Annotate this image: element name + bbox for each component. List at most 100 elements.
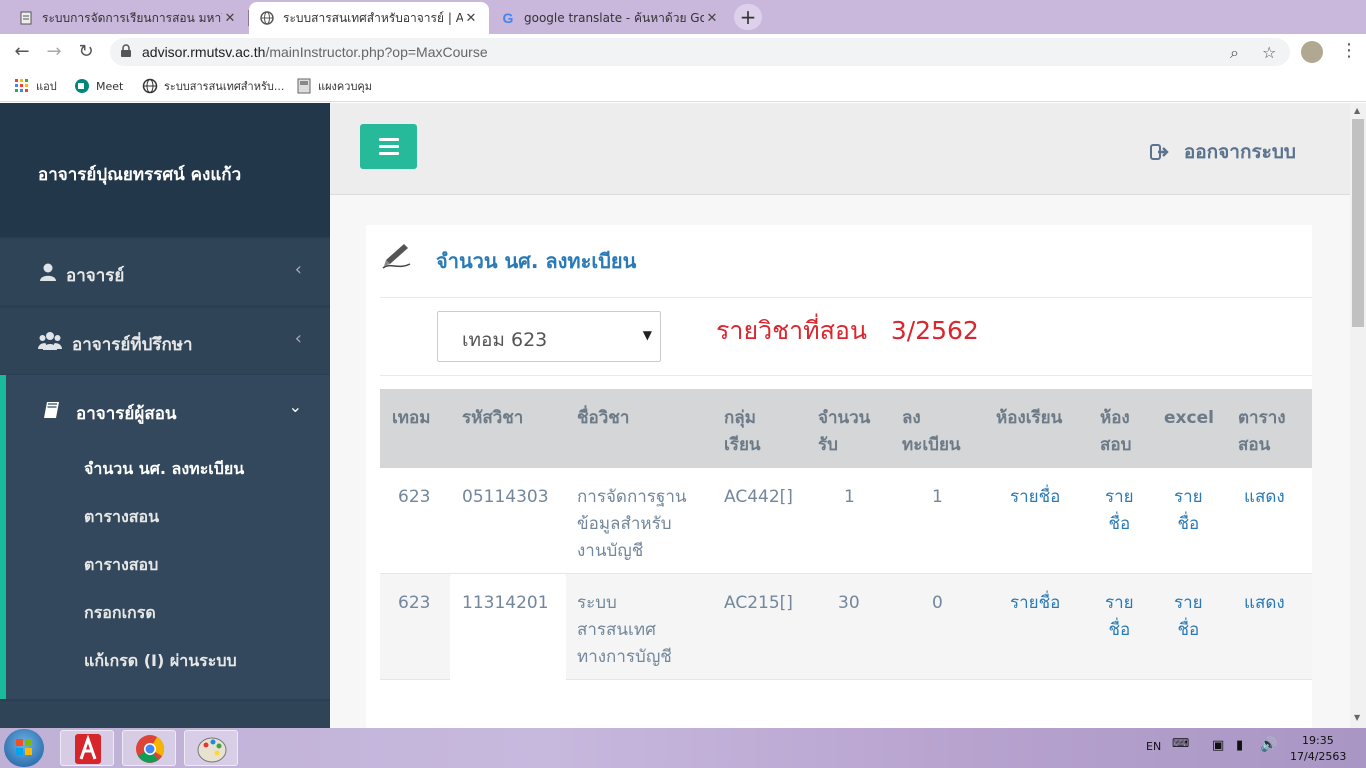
sidebar-item-instructor[interactable]: อาจารย์ ‹ [0, 239, 330, 305]
device-icon[interactable]: ▣ [1212, 738, 1224, 753]
paint-palette-icon [197, 737, 227, 763]
cell-name: การจัดการฐาน ข้อมูลสำหรับ งานบัญชี [577, 484, 687, 565]
link-text: ราย [1174, 487, 1203, 507]
link-text: ชื่อ [1108, 620, 1131, 640]
submenu-enter-grades[interactable]: กรอกเกรด [84, 601, 156, 626]
meet-icon [75, 79, 89, 93]
close-icon[interactable]: ✕ [222, 11, 238, 26]
submenu-teaching-schedule[interactable]: ตารางสอน [84, 505, 159, 530]
google-icon: G [502, 10, 514, 26]
sidebar-item-teacher[interactable]: อาจารย์ผู้สอน ⌄ จำนวน นศ. ลงทะเบียน ตารา… [0, 375, 330, 699]
sidebar-item-advisor[interactable]: อาจารย์ที่ปรึกษา ‹ [0, 308, 330, 374]
scrollbar-thumb[interactable] [1352, 119, 1364, 327]
chevron-left-icon: ‹ [294, 328, 302, 349]
bookmark-apps[interactable]: แอป [14, 77, 57, 95]
excel-list-link[interactable]: ราย ชื่อ [1174, 484, 1203, 538]
cell-capacity: 1 [844, 487, 855, 507]
submenu-exam-schedule[interactable]: ตารางสอบ [84, 553, 158, 578]
profile-avatar[interactable] [1301, 41, 1323, 63]
exam-list-link[interactable]: ราย ชื่อ [1105, 590, 1134, 644]
exam-list-link[interactable]: ราย ชื่อ [1105, 484, 1134, 538]
th-text: กลุ่ม [724, 408, 756, 428]
start-button[interactable] [4, 729, 44, 767]
cell-code: 11314201 [462, 593, 549, 613]
taskbar-paint[interactable] [184, 730, 238, 766]
show-schedule-link[interactable]: แสดง [1244, 484, 1285, 511]
cell-code: 05114303 [462, 487, 549, 507]
language-indicator[interactable]: EN [1146, 740, 1161, 753]
cell-capacity: 30 [838, 593, 860, 613]
show-schedule-link[interactable]: แสดง [1244, 590, 1285, 617]
th-text: ตาราง [1238, 408, 1286, 428]
th-text: ห้อง [1100, 408, 1130, 428]
th-capacity: จำนวน รับ [818, 405, 870, 459]
reload-icon[interactable]: ↻ [74, 40, 98, 64]
browser-tab-2[interactable]: ระบบสารสนเทศสำหรับอาจารย์ | Advis ✕ [249, 2, 489, 34]
classroom-list-link[interactable]: รายชื่อ [1010, 590, 1060, 617]
taskbar-acrobat[interactable] [60, 730, 114, 766]
cell-name-line: การจัดการฐาน [577, 487, 687, 507]
url-host: advisor.rmutsv.ac.th [142, 44, 266, 60]
browser-tab-3[interactable]: G google translate - ค้นหาด้วย Goog ✕ [490, 2, 730, 34]
sidebar-item-next[interactable] [0, 701, 330, 728]
bookmark-advisor[interactable]: ระบบสารสนเทศสำหรับ... [142, 77, 284, 95]
close-icon[interactable]: ✕ [704, 11, 720, 26]
clock-date[interactable]: 17/4/2563 [1290, 750, 1346, 763]
th-excel: excel [1164, 405, 1214, 432]
scroll-down-arrow-icon[interactable]: ▼ [1354, 713, 1360, 722]
browser-tab-1[interactable]: ระบบการจัดการเรียนการสอน มหาวิทย ✕ [8, 2, 248, 34]
th-text: รหัสวิชา [462, 408, 524, 428]
zoom-icon[interactable]: ⌕ [1230, 43, 1239, 63]
th-classroom: ห้องเรียน [996, 405, 1062, 432]
link-text: ชื่อ [1177, 620, 1200, 640]
taskbar-chrome[interactable] [122, 730, 176, 766]
bookmarks-bar: แอป Meet ระบบสารสนเทศสำหรับ... แผงควบคุม [0, 70, 1366, 102]
menu-kebab-icon[interactable]: ⋮ [1340, 40, 1358, 61]
windows-taskbar: EN ⌨ ▣ ▮ 🔊 19:35 17/4/2563 [0, 728, 1366, 768]
chevron-down-icon: ⌄ [288, 397, 302, 416]
th-group: กลุ่มเรียน [724, 405, 761, 459]
term-select[interactable]: เทอม 623 ▼ [437, 311, 661, 362]
network-icon[interactable]: ▮ [1236, 738, 1243, 753]
bookmark-meet[interactable]: Meet [74, 77, 123, 95]
clock-time[interactable]: 19:35 [1302, 734, 1334, 747]
th-text: สอน [1238, 435, 1271, 455]
back-arrow-icon[interactable]: ← [10, 40, 34, 64]
lock-icon [121, 44, 131, 57]
address-bar[interactable]: advisor.rmutsv.ac.th/mainInstructor.php?… [110, 38, 1290, 66]
excel-list-link[interactable]: ราย ชื่อ [1174, 590, 1203, 644]
cell-term: 623 [398, 487, 431, 507]
divider [380, 297, 1312, 298]
course-heading: รายวิชาที่สอน 3/2562 [716, 316, 979, 345]
cell-name: ระบบ สารสนเทศ ทางการบัญชี [577, 590, 672, 671]
th-text: รับ [818, 435, 838, 455]
classroom-list-link[interactable]: รายชื่อ [1010, 484, 1060, 511]
logout-link[interactable]: ออกจากระบบ [1149, 137, 1296, 167]
volume-icon[interactable]: 🔊 [1260, 737, 1277, 753]
menu-toggle-button[interactable] [360, 124, 417, 169]
forward-arrow-icon[interactable]: → [42, 40, 66, 64]
cell-group: AC215[] [724, 593, 793, 613]
new-tab-button[interactable]: + [734, 4, 762, 30]
bookmark-label: ระบบสารสนเทศสำหรับ... [164, 80, 285, 93]
page-scrollbar[interactable]: ▲ ▼ [1350, 103, 1366, 728]
scroll-up-arrow-icon[interactable]: ▲ [1354, 106, 1360, 115]
browser-tabstrip: ระบบการจัดการเรียนการสอน มหาวิทย ✕ ระบบส… [0, 0, 1366, 34]
bookmark-label: แอป [36, 80, 57, 93]
content-panel: จำนวน นศ. ลงทะเบียน เทอม 623 ▼ รายวิชาที… [366, 225, 1312, 728]
star-icon[interactable]: ☆ [1262, 43, 1276, 62]
close-icon[interactable]: ✕ [463, 11, 479, 26]
chevron-left-icon: ‹ [294, 259, 302, 280]
sidebar-header: อาจารย์ปุณยทรรศน์ คงแก้ว [0, 103, 330, 237]
submenu-fix-grade[interactable]: แก้เกรด (I) ผ่านระบบ [84, 649, 237, 674]
tab-title: ระบบการจัดการเรียนการสอน มหาวิทย [42, 10, 222, 25]
page-title: จำนวน นศ. ลงทะเบียน [436, 249, 637, 273]
th-text: เรียน [724, 435, 761, 455]
windows-logo-icon [16, 739, 32, 755]
submenu-registered-count[interactable]: จำนวน นศ. ลงทะเบียน [84, 457, 244, 482]
sign-out-icon [1149, 144, 1169, 160]
keyboard-icon[interactable]: ⌨ [1172, 736, 1189, 750]
bookmark-label: Meet [96, 79, 124, 93]
table-row: 623 11314201 ระบบ สารสนเทศ ทางการบัญชี AC2… [380, 574, 1312, 680]
bookmark-control-panel[interactable]: แผงควบคุม [296, 77, 372, 95]
